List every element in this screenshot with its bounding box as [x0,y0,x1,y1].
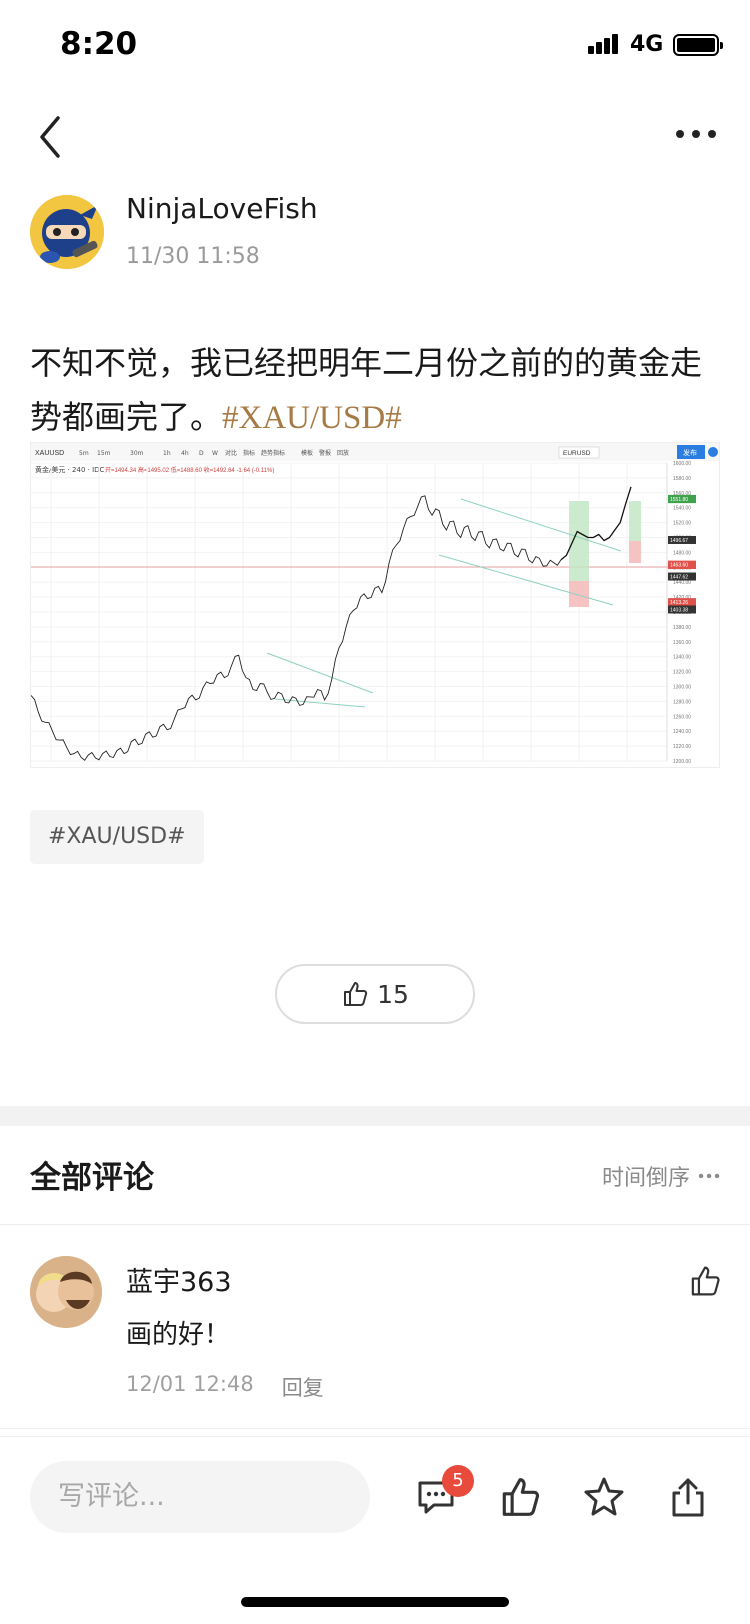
y-tick-label: 1380.00 [673,625,691,631]
y-tick-label: 1340.00 [673,655,691,661]
comment-text: 画的好！ [126,1320,231,1350]
chart-toolbar-item: 模板 [301,449,313,457]
y-tick-label: 1360.00 [673,640,691,646]
header-divider [0,1224,750,1225]
comment-like-icon[interactable] [688,1264,722,1298]
chart-image[interactable]: XAUUSD 5m 15m 30m 1h 4h D W 对比 指标 趋势指标 模板 警报 回放 EURU… [30,442,720,768]
chart-trendlines [266,498,622,708]
chart-publish-label: 发布 [683,448,697,457]
chart-expand-icon [708,447,718,457]
chart-ohlc: 开=1494.34 高=1495.02 低=1488.60 收=1492.64 … [105,466,274,474]
y-tick-label: 1280.00 [673,699,691,705]
chart-toolbar-item: 30m [130,450,144,457]
y-tick-label: 1440.00 [673,580,691,586]
like-button[interactable]: 15 [275,964,475,1024]
chart-symbol: XAUUSD [35,450,64,457]
chart-target-zone [569,501,589,581]
back-icon[interactable] [30,112,74,162]
battery-icon [673,34,723,56]
comment-divider [0,1428,750,1429]
chart-toolbar-item: 趋势指标 [261,449,285,457]
comment-count-badge: 5 [442,1465,474,1497]
chart-toolbar-item: 回放 [337,449,349,457]
price-label: 1403.38 [670,607,688,613]
y-tick-label: 1240.00 [673,729,691,735]
reply-button[interactable]: 回复 [282,1372,324,1402]
share-icon[interactable] [666,1475,710,1519]
y-tick-label: 1580.00 [673,476,691,482]
status-bar: 8:20 4G [0,0,750,90]
post-text: 不知不觉，我已经把明年二月份之前的的黄金走势都画完了。#XAU/USD# [30,336,720,445]
sort-more-icon [698,1173,720,1179]
y-tick-label: 1260.00 [673,714,691,720]
signal-icon [588,32,622,54]
commenter-avatar[interactable] [30,1256,102,1328]
y-tick-label: 1480.00 [673,550,691,556]
home-indicator [241,1597,509,1607]
chart-toolbar-item: W [212,450,218,457]
author-avatar[interactable] [30,195,104,269]
chart-toolbar-item: 1h [163,450,171,457]
trendline-3 [460,498,622,552]
price-label: 1447.62 [670,575,688,581]
chart-stop-zone [569,581,589,607]
post-hashtag[interactable]: #XAU/USD# [222,400,402,436]
y-tick-label: 1300.00 [673,685,691,691]
comment-time: 12/01 12:48 [126,1372,254,1396]
bottom-bar: 写评论... 5 [0,1436,750,1624]
y-tick-label: 1200.00 [673,759,691,765]
chart-toolbar-item: 4h [181,450,189,457]
chart-series [31,486,632,761]
y-tick-label: 1540.00 [673,506,691,512]
comment-input[interactable]: 写评论... [30,1461,370,1533]
series-line-history [31,495,562,761]
author-name[interactable]: NinjaLoveFish [126,192,318,225]
chart-toolbar-item: 15m [97,450,111,457]
chart-toolbar-item: 指标 [243,449,255,457]
chart-toolbar-item: 对比 [225,449,237,457]
price-label: 1413.26 [670,600,688,606]
thumbs-up-icon [344,982,368,1006]
status-time: 8:20 [60,26,138,62]
chart-toolbar-item: D [199,450,204,457]
post-time: 11/30 11:58 [126,244,260,269]
chart-title: 黄金/美元 · 240 · IDC [35,465,105,474]
sort-label: 时间倒序 [601,1166,690,1191]
chart-target-zone-2 [629,501,641,541]
price-label: 1463.60 [670,563,688,569]
commenter-name[interactable]: 蓝宇363 [126,1260,232,1299]
chart-stop-zone-2 [629,541,641,563]
like-count: 15 [377,979,409,1009]
network-label: 4G [630,32,664,57]
like-icon[interactable] [498,1475,542,1519]
price-label: 1551.80 [670,497,688,503]
y-tick-label: 1600.00 [673,461,691,467]
favorite-star-icon[interactable] [582,1475,626,1519]
sort-control[interactable]: 时间倒序 [602,1160,720,1192]
chart-toolbar-item: 警报 [319,449,331,457]
y-tick-label: 1320.00 [673,670,691,676]
hashtag-chip[interactable]: #XAU/USD# [30,810,204,864]
chart-toolbar-item: 5m [79,450,89,457]
y-tick-label: 1220.00 [673,744,691,750]
symbol-box-label: EURUSD [563,450,591,457]
more-icon[interactable] [676,128,720,142]
y-tick-label: 1520.00 [673,521,691,527]
comment-meta: 12/01 12:48 回复 [126,1372,324,1402]
price-chart: XAUUSD 5m 15m 30m 1h 4h D W 对比 指标 趋势指标 模板 警报 回放 EURU… [31,443,719,765]
section-divider [0,1106,750,1126]
price-label: 1496.67 [670,538,688,544]
comments-title: 全部评论 [30,1160,154,1196]
